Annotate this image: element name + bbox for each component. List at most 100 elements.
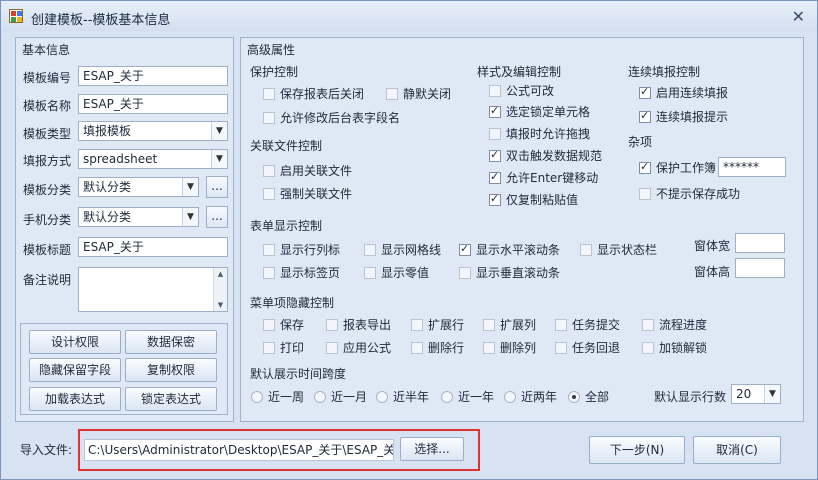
tabs-checkbox[interactable]: 显示标签页 xyxy=(263,264,340,281)
span-year-radio[interactable]: 近一年 xyxy=(441,388,494,405)
row-col-checkbox[interactable]: 显示行列标 xyxy=(263,241,340,258)
hscroll-checkbox[interactable]: 显示水平滚动条 xyxy=(459,241,560,258)
caption-label: 模板标题 xyxy=(23,243,72,257)
hide-print-checkbox[interactable]: 打印 xyxy=(263,339,304,356)
hide-rollback-checkbox[interactable]: 任务回退 xyxy=(555,339,620,356)
chevron-down-icon[interactable]: ▼ xyxy=(182,178,198,196)
hide-submit-checkbox[interactable]: 任务提交 xyxy=(555,316,620,333)
hide-save-checkbox[interactable]: 保存 xyxy=(263,316,304,333)
title-bar: 创建模板--模板基本信息 ✕ xyxy=(1,1,817,31)
mobile-browse-button[interactable]: ... xyxy=(206,206,228,228)
category-browse-button[interactable]: ... xyxy=(206,176,228,198)
chevron-down-icon[interactable]: ▼ xyxy=(211,150,227,168)
choose-file-button[interactable]: 选择... xyxy=(400,437,464,461)
chevron-down-icon[interactable]: ▼ xyxy=(211,122,227,140)
remark-label: 备注说明 xyxy=(23,273,72,287)
misc-title: 杂项 xyxy=(628,135,653,149)
win-height-input[interactable] xyxy=(735,258,785,278)
hide-fields-button[interactable]: 隐藏保留字段 xyxy=(29,358,121,382)
paste-value-checkbox[interactable]: 仅复制粘贴值 xyxy=(489,191,578,208)
chevron-down-icon[interactable]: ▼ xyxy=(182,208,198,226)
dblclick-checkbox[interactable]: 双击触发数据规范 xyxy=(489,147,602,164)
hide-expand-col-checkbox[interactable]: 扩展列 xyxy=(483,316,536,333)
data-secret-button[interactable]: 数据保密 xyxy=(125,330,217,354)
basic-info-title: 基本信息 xyxy=(22,43,71,57)
drag-checkbox[interactable]: 填报时允许拖拽 xyxy=(489,125,590,142)
menu-title: 菜单项隐藏控制 xyxy=(250,296,335,310)
design-perm-button[interactable]: 设计权限 xyxy=(29,330,121,354)
name-input[interactable]: ESAP_关于 xyxy=(78,94,228,114)
dialog-window: 创建模板--模板基本信息 ✕ 基本信息 模板编号 ESAP_关于 模板名称 ES… xyxy=(0,0,818,480)
type-select-value: 填报模板 xyxy=(83,124,132,138)
code-label: 模板编号 xyxy=(23,71,72,85)
hide-export-checkbox[interactable]: 报表导出 xyxy=(326,316,391,333)
mode-select[interactable]: spreadsheet ▼ xyxy=(78,149,228,169)
code-input[interactable]: ESAP_关于 xyxy=(78,66,228,86)
window-title: 创建模板--模板基本信息 xyxy=(31,13,171,28)
app-icon xyxy=(9,9,23,23)
import-path-field[interactable]: C:\Users\Administrator\Desktop\ESAP_关于\E… xyxy=(84,439,394,461)
hide-unlock-checkbox[interactable]: 加锁解锁 xyxy=(642,339,707,356)
rows-select[interactable]: 20 ▼ xyxy=(731,384,781,404)
cancel-button[interactable]: 取消(C) xyxy=(693,436,781,464)
span-two-years-radio[interactable]: 近两年 xyxy=(504,388,557,405)
win-width-input[interactable] xyxy=(735,233,785,253)
advanced-title: 高级属性 xyxy=(247,43,296,57)
chevron-down-icon[interactable]: ▼ xyxy=(764,385,780,403)
category-select[interactable]: 默认分类 ▼ xyxy=(78,177,199,197)
category-select-value: 默认分类 xyxy=(83,180,132,194)
load-expr-button[interactable]: 加载表达式 xyxy=(29,387,121,411)
span-half-year-radio[interactable]: 近半年 xyxy=(376,388,429,405)
statusbar-checkbox[interactable]: 显示状态栏 xyxy=(580,241,657,258)
continuous-title: 连续填报控制 xyxy=(628,65,701,79)
display-title: 表单显示控制 xyxy=(250,219,323,233)
linked-title: 关联文件控制 xyxy=(250,139,323,153)
caption-input[interactable]: ESAP_关于 xyxy=(78,237,228,257)
enable-linked-checkbox[interactable]: 启用关联文件 xyxy=(263,162,352,179)
remark-textarea[interactable]: ▲ ▼ xyxy=(78,267,228,312)
lock-expr-button[interactable]: 锁定表达式 xyxy=(125,387,217,411)
no-save-prompt-checkbox[interactable]: 不提示保存成功 xyxy=(639,185,740,202)
allow-edit-field-checkbox[interactable]: 允许修改后台表字段名 xyxy=(263,109,400,126)
hide-del-col-checkbox[interactable]: 删除列 xyxy=(483,339,536,356)
enter-move-checkbox[interactable]: 允许Enter键移动 xyxy=(489,169,598,186)
remark-scrollbar[interactable]: ▲ ▼ xyxy=(213,268,227,311)
span-all-radio[interactable]: 全部 xyxy=(568,388,609,405)
hide-apply-formula-checkbox[interactable]: 应用公式 xyxy=(326,339,391,356)
sheet-password-field[interactable]: ****** xyxy=(718,157,786,177)
copy-perm-button[interactable]: 复制权限 xyxy=(125,358,217,382)
mode-label: 填报方式 xyxy=(23,154,72,168)
save-close-checkbox[interactable]: 保存报表后关闭 xyxy=(263,85,364,102)
scroll-down-icon[interactable]: ▼ xyxy=(214,299,227,311)
span-month-radio[interactable]: 近一月 xyxy=(314,388,367,405)
span-week-radio[interactable]: 近一周 xyxy=(251,388,304,405)
force-linked-checkbox[interactable]: 强制关联文件 xyxy=(263,185,352,202)
type-label: 模板类型 xyxy=(23,127,72,141)
protect-title: 保护控制 xyxy=(250,65,299,79)
gridlines-checkbox[interactable]: 显示网格线 xyxy=(364,241,441,258)
type-select[interactable]: 填报模板 ▼ xyxy=(78,121,228,141)
next-button[interactable]: 下一步(N) xyxy=(589,436,685,464)
hide-progress-checkbox[interactable]: 流程进度 xyxy=(642,316,707,333)
continuous-enable-checkbox[interactable]: 启用连续填报 xyxy=(639,84,728,101)
protect-sheet-checkbox[interactable]: 保护工作簿 xyxy=(639,159,716,176)
continuous-prompt-checkbox[interactable]: 连续填报提示 xyxy=(639,108,728,125)
rows-select-value: 20 xyxy=(736,387,752,401)
mobile-label: 手机分类 xyxy=(23,213,72,227)
hide-expand-row-checkbox[interactable]: 扩展行 xyxy=(411,316,464,333)
formula-checkbox[interactable]: 公式可改 xyxy=(489,82,554,99)
zero-checkbox[interactable]: 显示零值 xyxy=(364,264,429,281)
mobile-select[interactable]: 默认分类 ▼ xyxy=(78,207,199,227)
silent-close-checkbox[interactable]: 静默关闭 xyxy=(386,85,451,102)
close-icon[interactable]: ✕ xyxy=(792,7,805,26)
category-label: 模板分类 xyxy=(23,183,72,197)
span-title: 默认展示时间跨度 xyxy=(250,367,347,381)
style-title: 样式及编辑控制 xyxy=(477,65,562,79)
vscroll-checkbox[interactable]: 显示垂直滚动条 xyxy=(459,264,560,281)
rows-label: 默认显示行数 xyxy=(654,390,727,404)
scroll-up-icon[interactable]: ▲ xyxy=(214,268,227,280)
lock-cell-checkbox[interactable]: 选定锁定单元格 xyxy=(489,103,590,120)
win-height-label: 窗体高 xyxy=(694,265,731,279)
hide-del-row-checkbox[interactable]: 删除行 xyxy=(411,339,464,356)
mode-select-value: spreadsheet xyxy=(83,152,158,166)
